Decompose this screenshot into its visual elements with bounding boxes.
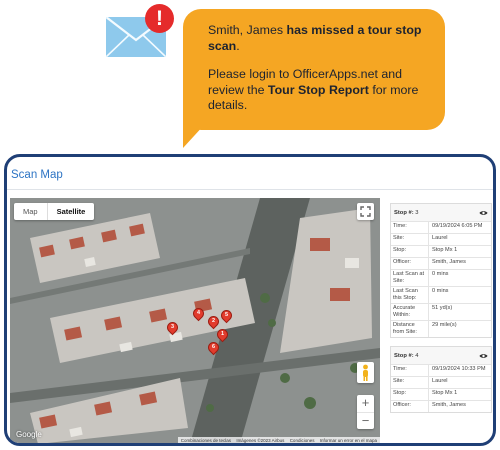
divider [7,189,493,190]
detail-row: Stop: Stop Mx 1 [391,245,491,257]
detail-row: Time: 09/19/2024 10:33 PM [391,364,491,376]
map-marker[interactable]: 6 [205,339,222,356]
stop-details-panel: Stop #: 3 Time: 09/19/2024 6:05 PM Site: L… [390,203,493,443]
stop-header: Stop #: 3 [391,204,491,221]
exclamation-icon: ! [145,4,174,33]
zoom-control: + − [357,395,374,429]
detail-row: Last Scan at Site: 0 mins [391,269,491,286]
imagery-credit: Imágenes ©2023 Airbus [236,438,285,443]
report-error-link[interactable]: Informar un error en el mapa [320,438,377,443]
keyboard-shortcuts-link[interactable]: Combinaciones de teclas [181,438,231,443]
street-view-pegman-icon[interactable] [357,362,374,383]
google-logo: Google [16,430,42,439]
map-type-satellite[interactable]: Satellite [46,203,95,220]
map-marker[interactable]: 3 [164,319,181,336]
map-marker[interactable]: 2 [205,313,222,330]
terms-link[interactable]: Condiciones [290,438,315,443]
map-marker[interactable]: 4 [190,305,207,322]
scan-map-card: Scan Map Map Satellite 4 2 3 5 1 6 + − G… [4,154,496,446]
detail-row: Site: Laurel [391,233,491,245]
zoom-out-button[interactable]: − [357,412,374,429]
zoom-in-button[interactable]: + [357,395,374,412]
detail-row: Distance from Site: 29 mile(s) [391,320,491,337]
missed-scan-message: Smith, James has missed a tour stop scan… [183,9,445,130]
map-view[interactable]: Map Satellite 4 2 3 5 1 6 + − Google Com… [10,198,380,443]
map-attribution: Combinaciones de teclas Imágenes ©2023 A… [177,437,380,443]
map-marker[interactable]: 5 [218,307,235,324]
detail-row: Accurate Within: 51 yd(s) [391,303,491,320]
envelope-alert: ! [106,4,180,62]
map-marker[interactable]: 1 [214,326,231,343]
page-title: Scan Map [11,169,63,181]
stop-card: Stop #: 3 Time: 09/19/2024 6:05 PM Site: L… [390,203,492,338]
missed-scan-line: Smith, James has missed a tour stop scan… [208,23,422,53]
detail-row: Time: 09/19/2024 6:05 PM [391,221,491,233]
detail-row: Officer: Smith, James [391,257,491,269]
detail-row: Officer: Smith, James [391,400,491,412]
fullscreen-icon[interactable] [357,203,374,220]
stop-card: Stop #: 4 Time: 09/19/2024 10:33 PM Site:… [390,346,492,413]
detail-row: Last Scan this Stop: 0 mins [391,286,491,303]
eye-icon[interactable] [479,210,488,216]
detail-row: Site: Laurel [391,376,491,388]
stop-number: Stop #: 3 [394,209,419,216]
stop-number: Stop #: 4 [394,352,419,359]
login-instruction: Please login to OfficerApps.net and revi… [208,67,419,112]
detail-row: Stop: Stop Mx 1 [391,388,491,400]
map-type-control: Map Satellite [14,203,95,220]
stop-header: Stop #: 4 [391,347,491,364]
map-type-map[interactable]: Map [14,203,47,220]
eye-icon[interactable] [479,353,488,359]
